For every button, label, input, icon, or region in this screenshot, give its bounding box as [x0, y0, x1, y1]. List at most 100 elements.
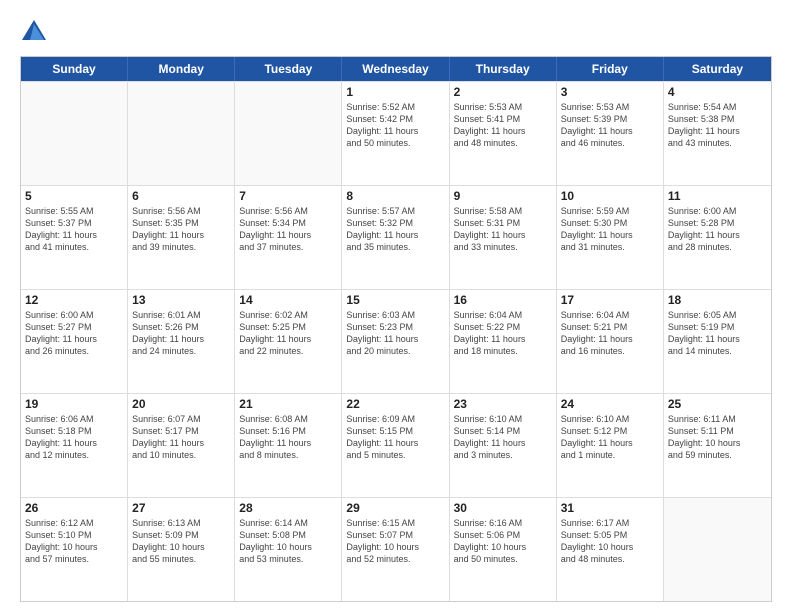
weekday-header-sunday: Sunday: [21, 57, 128, 81]
calendar-cell-14: 14 Sunrise: 6:02 AM Sunset: 5:25 PM Dayli…: [235, 290, 342, 393]
calendar-cell-24: 24Sunrise: 6:10 AM Sunset: 5:12 PM Dayli…: [557, 394, 664, 497]
calendar-cell-12: 12 Sunrise: 6:00 AM Sunset: 5:27 PM Dayli…: [21, 290, 128, 393]
cell-info: Sunrise: 6:04 AM Sunset: 5:21 PM Dayligh…: [561, 309, 659, 358]
calendar-body: 1Sunrise: 5:52 AM Sunset: 5:42 PM Daylig…: [21, 81, 771, 601]
cell-info: Sunrise: 5:54 AM Sunset: 5:38 PM Dayligh…: [668, 101, 767, 150]
calendar-cell-2: 2 Sunrise: 5:53 AM Sunset: 5:41 PM Daylig…: [450, 82, 557, 185]
calendar: SundayMondayTuesdayWednesdayThursdayFrid…: [20, 56, 772, 602]
cell-day-number: 6: [132, 189, 230, 203]
cell-day-number: 28: [239, 501, 337, 515]
calendar-cell-19: 19 Sunrise: 6:06 AM Sunset: 5:18 PM Dayli…: [21, 394, 128, 497]
cell-info: Sunrise: 6:08 AM Sunset: 5:16 PM Dayligh…: [239, 413, 337, 462]
cell-day-number: 21: [239, 397, 337, 411]
cell-day-number: 27: [132, 501, 230, 515]
cell-info: Sunrise: 6:15 AM Sunset: 5:07 PM Dayligh…: [346, 517, 444, 566]
cell-day-number: 11: [668, 189, 767, 203]
weekday-header-thursday: Thursday: [450, 57, 557, 81]
cell-info: Sunrise: 6:06 AM Sunset: 5:18 PM Dayligh…: [25, 413, 123, 462]
cell-info: Sunrise: 5:55 AM Sunset: 5:37 PM Dayligh…: [25, 205, 123, 254]
calendar-cell-22: 22Sunrise: 6:09 AM Sunset: 5:15 PM Dayli…: [342, 394, 449, 497]
logo: [20, 18, 50, 46]
cell-info: Sunrise: 6:11 AM Sunset: 5:11 PM Dayligh…: [668, 413, 767, 462]
calendar-row-3: 19 Sunrise: 6:06 AM Sunset: 5:18 PM Dayli…: [21, 393, 771, 497]
cell-info: Sunrise: 5:53 AM Sunset: 5:41 PM Dayligh…: [454, 101, 552, 150]
header: [20, 18, 772, 46]
cell-day-number: 3: [561, 85, 659, 99]
cell-info: Sunrise: 6:14 AM Sunset: 5:08 PM Dayligh…: [239, 517, 337, 566]
calendar-cell-empty-0-2: [235, 82, 342, 185]
calendar-cell-5: 5 Sunrise: 5:55 AM Sunset: 5:37 PM Daylig…: [21, 186, 128, 289]
calendar-row-1: 5 Sunrise: 5:55 AM Sunset: 5:37 PM Daylig…: [21, 185, 771, 289]
cell-info: Sunrise: 5:57 AM Sunset: 5:32 PM Dayligh…: [346, 205, 444, 254]
cell-info: Sunrise: 6:07 AM Sunset: 5:17 PM Dayligh…: [132, 413, 230, 462]
weekday-header-wednesday: Wednesday: [342, 57, 449, 81]
cell-info: Sunrise: 6:05 AM Sunset: 5:19 PM Dayligh…: [668, 309, 767, 358]
calendar-cell-3: 3 Sunrise: 5:53 AM Sunset: 5:39 PM Daylig…: [557, 82, 664, 185]
calendar-cell-9: 9 Sunrise: 5:58 AM Sunset: 5:31 PM Daylig…: [450, 186, 557, 289]
cell-day-number: 19: [25, 397, 123, 411]
cell-day-number: 15: [346, 293, 444, 307]
cell-day-number: 8: [346, 189, 444, 203]
cell-info: Sunrise: 6:09 AM Sunset: 5:15 PM Dayligh…: [346, 413, 444, 462]
calendar-cell-23: 23Sunrise: 6:10 AM Sunset: 5:14 PM Dayli…: [450, 394, 557, 497]
cell-day-number: 13: [132, 293, 230, 307]
cell-day-number: 5: [25, 189, 123, 203]
cell-day-number: 7: [239, 189, 337, 203]
cell-info: Sunrise: 6:00 AM Sunset: 5:28 PM Dayligh…: [668, 205, 767, 254]
calendar-row-4: 26 Sunrise: 6:12 AM Sunset: 5:10 PM Dayli…: [21, 497, 771, 601]
calendar-cell-4: 4 Sunrise: 5:54 AM Sunset: 5:38 PM Daylig…: [664, 82, 771, 185]
cell-day-number: 4: [668, 85, 767, 99]
cell-day-number: 10: [561, 189, 659, 203]
calendar-cell-31: 31 Sunrise: 6:17 AM Sunset: 5:05 PM Dayli…: [557, 498, 664, 601]
weekday-header-saturday: Saturday: [664, 57, 771, 81]
cell-day-number: 23: [454, 397, 552, 411]
cell-day-number: 1: [346, 85, 444, 99]
logo-icon: [20, 18, 48, 46]
calendar-cell-8: 8 Sunrise: 5:57 AM Sunset: 5:32 PM Daylig…: [342, 186, 449, 289]
calendar-cell-21: 21 Sunrise: 6:08 AM Sunset: 5:16 PM Dayli…: [235, 394, 342, 497]
cell-info: Sunrise: 6:10 AM Sunset: 5:12 PM Dayligh…: [561, 413, 659, 462]
calendar-cell-7: 7 Sunrise: 5:56 AM Sunset: 5:34 PM Daylig…: [235, 186, 342, 289]
calendar-cell-17: 17 Sunrise: 6:04 AM Sunset: 5:21 PM Dayli…: [557, 290, 664, 393]
calendar-cell-20: 20 Sunrise: 6:07 AM Sunset: 5:17 PM Dayli…: [128, 394, 235, 497]
calendar-cell-empty-4-6: [664, 498, 771, 601]
cell-info: Sunrise: 6:17 AM Sunset: 5:05 PM Dayligh…: [561, 517, 659, 566]
cell-info: Sunrise: 6:12 AM Sunset: 5:10 PM Dayligh…: [25, 517, 123, 566]
calendar-cell-26: 26 Sunrise: 6:12 AM Sunset: 5:10 PM Dayli…: [21, 498, 128, 601]
calendar-cell-29: 29 Sunrise: 6:15 AM Sunset: 5:07 PM Dayli…: [342, 498, 449, 601]
calendar-cell-28: 28 Sunrise: 6:14 AM Sunset: 5:08 PM Dayli…: [235, 498, 342, 601]
cell-info: Sunrise: 6:01 AM Sunset: 5:26 PM Dayligh…: [132, 309, 230, 358]
cell-day-number: 30: [454, 501, 552, 515]
cell-day-number: 25: [668, 397, 767, 411]
calendar-cell-empty-0-0: [21, 82, 128, 185]
weekday-header-monday: Monday: [128, 57, 235, 81]
cell-day-number: 12: [25, 293, 123, 307]
calendar-cell-15: 15Sunrise: 6:03 AM Sunset: 5:23 PM Dayli…: [342, 290, 449, 393]
page: SundayMondayTuesdayWednesdayThursdayFrid…: [0, 0, 792, 612]
cell-info: Sunrise: 6:04 AM Sunset: 5:22 PM Dayligh…: [454, 309, 552, 358]
cell-day-number: 14: [239, 293, 337, 307]
calendar-row-2: 12 Sunrise: 6:00 AM Sunset: 5:27 PM Dayli…: [21, 289, 771, 393]
cell-info: Sunrise: 5:56 AM Sunset: 5:35 PM Dayligh…: [132, 205, 230, 254]
calendar-cell-25: 25 Sunrise: 6:11 AM Sunset: 5:11 PM Dayli…: [664, 394, 771, 497]
cell-info: Sunrise: 6:16 AM Sunset: 5:06 PM Dayligh…: [454, 517, 552, 566]
cell-info: Sunrise: 6:02 AM Sunset: 5:25 PM Dayligh…: [239, 309, 337, 358]
cell-day-number: 2: [454, 85, 552, 99]
cell-info: Sunrise: 5:58 AM Sunset: 5:31 PM Dayligh…: [454, 205, 552, 254]
cell-day-number: 18: [668, 293, 767, 307]
calendar-row-0: 1Sunrise: 5:52 AM Sunset: 5:42 PM Daylig…: [21, 81, 771, 185]
calendar-cell-13: 13 Sunrise: 6:01 AM Sunset: 5:26 PM Dayli…: [128, 290, 235, 393]
calendar-header: SundayMondayTuesdayWednesdayThursdayFrid…: [21, 57, 771, 81]
cell-info: Sunrise: 6:13 AM Sunset: 5:09 PM Dayligh…: [132, 517, 230, 566]
cell-day-number: 17: [561, 293, 659, 307]
cell-day-number: 9: [454, 189, 552, 203]
cell-day-number: 29: [346, 501, 444, 515]
cell-day-number: 20: [132, 397, 230, 411]
calendar-cell-empty-0-1: [128, 82, 235, 185]
cell-info: Sunrise: 6:00 AM Sunset: 5:27 PM Dayligh…: [25, 309, 123, 358]
cell-day-number: 26: [25, 501, 123, 515]
cell-day-number: 31: [561, 501, 659, 515]
cell-info: Sunrise: 5:56 AM Sunset: 5:34 PM Dayligh…: [239, 205, 337, 254]
cell-info: Sunrise: 5:53 AM Sunset: 5:39 PM Dayligh…: [561, 101, 659, 150]
calendar-cell-11: 11 Sunrise: 6:00 AM Sunset: 5:28 PM Dayli…: [664, 186, 771, 289]
